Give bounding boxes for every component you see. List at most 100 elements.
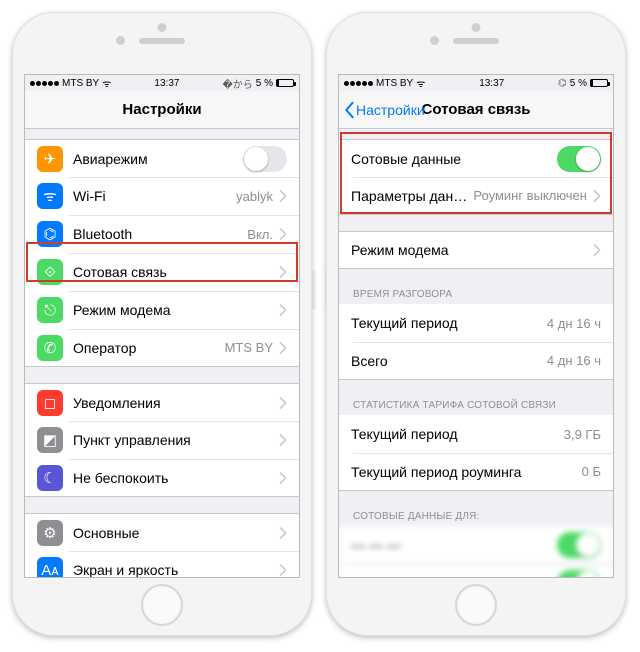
row-label: Bluetooth (73, 226, 241, 242)
toggle-switch[interactable] (557, 146, 601, 172)
notifications-icon: ◻ (37, 390, 63, 416)
row-label: Режим модема (73, 302, 273, 318)
toggle-switch[interactable] (557, 570, 601, 578)
earpiece-speaker (453, 38, 499, 44)
control-icon: ◩ (37, 427, 63, 453)
row-detail: 4 дн 16 ч (547, 353, 601, 368)
wifi-icon: ᯤ (102, 76, 111, 90)
row-detail: 3,9 ГБ (564, 427, 601, 442)
battery-icon (276, 79, 294, 87)
row-label: Сотовая связь (73, 264, 273, 280)
sensor-dot (472, 23, 481, 32)
back-button[interactable]: Настройки (343, 101, 425, 119)
row-bluetooth[interactable]: ⌬ Bluetooth Вкл. (25, 215, 299, 253)
airplane-icon: ✈ (37, 146, 63, 172)
row-label: Экран и яркость (73, 562, 273, 577)
chevron-right-icon (279, 397, 287, 409)
settings-list[interactable]: ✈ Авиарежим ᯤ Wi-Fi yablyk ⌬ Bluetooth Вкл. ⟐ Сот… (25, 129, 299, 577)
chevron-right-icon (593, 244, 601, 256)
screen-right: MTS BY ᯤ 13:37 ⌬ 5 % Настройки Сотовая с… (338, 74, 614, 578)
row-label: Параметры данных (351, 188, 467, 204)
cellular-icon: ⟐ (37, 259, 63, 285)
chevron-right-icon (279, 564, 287, 576)
row-label: Wi-Fi (73, 188, 230, 204)
row-label: Пункт управления (73, 432, 273, 448)
row-app-blurred[interactable]: — — — (339, 564, 613, 577)
row-detail: 0 Б (582, 464, 601, 479)
page-title: Настройки (122, 101, 201, 118)
wifi-icon: ᯤ (416, 76, 425, 90)
hotspot-icon: ⎋ (37, 297, 63, 323)
battery-pct: 5 % (256, 78, 273, 89)
row-label: Режим модема (351, 242, 587, 258)
wifi-icon: ᯤ (37, 183, 63, 209)
row-label: Всего (351, 353, 541, 369)
row-display[interactable]: Aᴀ Экран и яркость (25, 551, 299, 577)
carrier-label: MTS BY (376, 78, 413, 89)
row-app-blurred[interactable]: — — — (339, 526, 613, 564)
chevron-right-icon (279, 266, 287, 278)
row-notifications[interactable]: ◻ Уведомления (25, 383, 299, 421)
row-label: Оператор (73, 340, 219, 356)
section-data-stats: СТАТИСТИКА ТАРИФА СОТОВОЙ СВЯЗИ (339, 396, 613, 415)
row-hotspot[interactable]: ⎋ Режим модема (25, 291, 299, 329)
chevron-right-icon (279, 472, 287, 484)
phone-right: MTS BY ᯤ 13:37 ⌬ 5 % Настройки Сотовая с… (326, 12, 626, 636)
nav-bar: Настройки Сотовая связь (339, 91, 613, 129)
row-general[interactable]: ⚙ Основные (25, 513, 299, 551)
battery-icon (590, 79, 608, 87)
display-icon: Aᴀ (37, 557, 63, 577)
toggle-switch[interactable] (243, 146, 287, 172)
page-title: Сотовая связь (421, 101, 530, 118)
carrier-label: MTS BY (62, 78, 99, 89)
row-control[interactable]: ◩ Пункт управления (25, 421, 299, 459)
row-label: Авиарежим (73, 151, 243, 167)
row-current_usage: Текущий период 3,9 ГБ (339, 415, 613, 453)
toggle-switch[interactable] (557, 532, 601, 558)
row-label: Текущий период роуминга (351, 464, 576, 480)
phone-left: MTS BY ᯤ 13:37 �から 5 % Настройки ✈ Авиаре… (12, 12, 312, 636)
status-bar: MTS BY ᯤ 13:37 �から 5 % (25, 75, 299, 91)
chevron-right-icon (279, 190, 287, 202)
row-dnd[interactable]: ☾ Не беспокоить (25, 459, 299, 497)
row-label: Текущий период (351, 426, 558, 442)
home-button[interactable] (141, 584, 183, 626)
clock: 13:37 (479, 78, 504, 89)
screen-left: MTS BY ᯤ 13:37 �から 5 % Настройки ✈ Авиаре… (24, 74, 300, 578)
bluetooth-icon: ⌬ (558, 78, 567, 89)
row-label: Не беспокоить (73, 470, 273, 486)
row-detail: Вкл. (247, 227, 273, 242)
row-cellular_data[interactable]: Сотовые данные (339, 139, 613, 177)
signal-icon (344, 81, 373, 86)
row-detail: 4 дн 16 ч (547, 316, 601, 331)
chevron-right-icon (593, 190, 601, 202)
chevron-left-icon (343, 101, 355, 119)
earpiece-speaker (139, 38, 185, 44)
section-apps: СОТОВЫЕ ДАННЫЕ ДЛЯ: (339, 507, 613, 526)
home-button[interactable] (455, 584, 497, 626)
front-camera (116, 36, 125, 45)
row-label: Уведомления (73, 395, 273, 411)
cellular-settings[interactable]: Сотовые данные Параметры данных Роуминг вы… (339, 129, 613, 577)
section-talk-time: ВРЕМЯ РАЗГОВОРА (339, 285, 613, 304)
row-hotspot2[interactable]: Режим модема (339, 231, 613, 269)
row-data_options[interactable]: Параметры данных Роуминг выключен (339, 177, 613, 215)
row-wifi[interactable]: ᯤ Wi-Fi yablyk (25, 177, 299, 215)
row-current_period: Текущий период4 дн 16 ч (339, 304, 613, 342)
row-cellular[interactable]: ⟐ Сотовая связь (25, 253, 299, 291)
row-label: Основные (73, 525, 273, 541)
dnd-icon: ☾ (37, 465, 63, 491)
bluetooth-icon: ⌬ (37, 221, 63, 247)
chevron-right-icon (279, 434, 287, 446)
carrier-icon: ✆ (37, 335, 63, 361)
bluetooth-icon: �から (223, 76, 253, 91)
row-detail: MTS BY (225, 340, 273, 355)
row-airplane[interactable]: ✈ Авиарежим (25, 139, 299, 177)
row-detail: Роуминг выключен (473, 188, 587, 203)
row-label: Сотовые данные (351, 151, 557, 167)
row-detail: yablyk (236, 189, 273, 204)
general-icon: ⚙ (37, 520, 63, 546)
row-carrier[interactable]: ✆ Оператор MTS BY (25, 329, 299, 367)
clock: 13:37 (154, 78, 179, 89)
chevron-right-icon (279, 527, 287, 539)
